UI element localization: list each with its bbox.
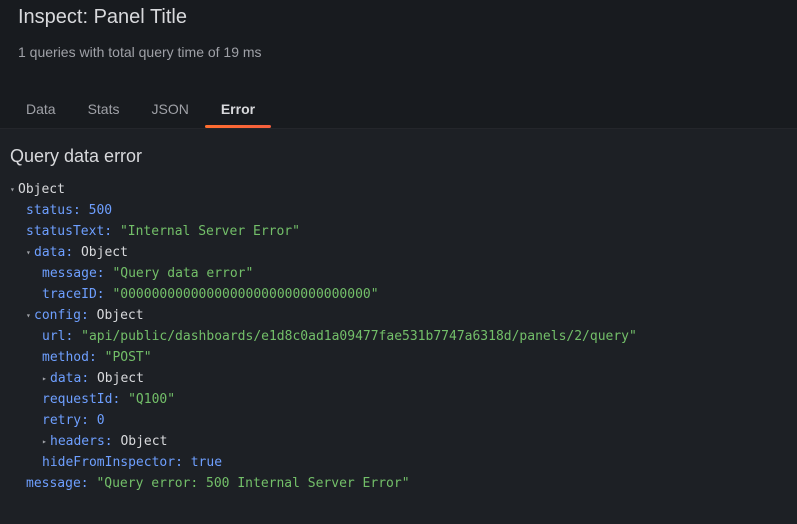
tree-key: requestId	[42, 392, 113, 407]
tree-value: "api/public/dashboards/e1d8c0ad1a09477fa…	[81, 329, 637, 344]
caret-down-icon[interactable]: ▾	[26, 305, 34, 326]
tree-value: true	[190, 455, 223, 470]
tree-key: statusText	[26, 224, 105, 239]
caret-down-icon[interactable]: ▾	[10, 179, 18, 200]
tree-row-message: message: "Query data error"	[42, 266, 254, 281]
tree-row-retry: retry: 0	[42, 413, 105, 428]
tree-value: 0	[96, 413, 105, 428]
tree-key: traceID	[42, 287, 97, 302]
tree-node-config-data[interactable]: ▸ data: Object	[10, 368, 637, 389]
caret-right-icon[interactable]: ▸	[42, 431, 50, 452]
tree-root[interactable]: ▾ Object	[10, 179, 637, 200]
tree-key: status	[26, 203, 73, 218]
tree-key: headers	[50, 434, 105, 449]
tree-value: "00000000000000000000000000000000"	[112, 287, 379, 302]
tab-stats[interactable]: Stats	[72, 96, 136, 128]
tree-row-hidefrominspector: hideFromInspector: true	[42, 455, 223, 470]
tree-node-config[interactable]: ▾ config: Object	[10, 305, 637, 326]
tree-key: method	[42, 350, 89, 365]
tree-key: config	[34, 308, 81, 323]
tree-value: "POST"	[104, 350, 152, 365]
tree-value: "Query data error"	[112, 266, 254, 281]
tree-value: "Query error: 500 Internal Server Error"	[96, 476, 410, 491]
tree-key: message	[42, 266, 97, 281]
tree-key: data	[50, 371, 82, 386]
tree-row-method: method: "POST"	[42, 350, 152, 365]
caret-down-icon[interactable]: ▾	[26, 242, 34, 263]
tree-row-statustext: statusText: "Internal Server Error"	[26, 224, 300, 239]
tree-key: hideFromInspector	[42, 455, 176, 470]
tree-row-message: message: "Query error: 500 Internal Serv…	[26, 476, 410, 491]
tree-row-url: url: "api/public/dashboards/e1d8c0ad1a09…	[42, 329, 637, 344]
error-object-tree: ▾ Object status: 500 statusText: "Interna…	[10, 179, 637, 494]
tree-key: url	[42, 329, 66, 344]
tree-value: "Internal Server Error"	[119, 224, 300, 239]
tree-value: Object	[96, 371, 144, 386]
tree-key: message	[26, 476, 81, 491]
tree-node-data[interactable]: ▾ data: Object	[10, 242, 637, 263]
tree-row-status: status: 500	[26, 203, 113, 218]
tab-data[interactable]: Data	[10, 96, 72, 128]
tree-value: Object	[80, 245, 128, 260]
root-type: Object	[18, 182, 65, 197]
tree-value: "Q100"	[128, 392, 176, 407]
tree-key: data	[34, 245, 66, 260]
tab-json[interactable]: JSON	[135, 96, 204, 128]
tree-row-requestid: requestId: "Q100"	[42, 392, 176, 407]
inspect-tabs: Data Stats JSON Error	[10, 96, 272, 128]
query-summary: 1 queries with total query time of 19 ms	[18, 44, 262, 60]
tree-row-traceid: traceID: "000000000000000000000000000000…	[42, 287, 379, 302]
inspect-drawer-header: Inspect: Panel Title 1 queries with tota…	[0, 0, 797, 128]
tree-value: Object	[120, 434, 168, 449]
error-tab-content: Query data error ▾ Object status: 500 sta…	[0, 128, 797, 524]
tree-value: 500	[88, 203, 113, 218]
tree-value: Object	[96, 308, 144, 323]
section-title: Query data error	[10, 146, 143, 166]
tree-key: retry	[42, 413, 82, 428]
caret-right-icon[interactable]: ▸	[42, 368, 50, 389]
tree-node-headers[interactable]: ▸ headers: Object	[10, 431, 637, 452]
page-title: Inspect: Panel Title	[18, 6, 187, 28]
tab-error[interactable]: Error	[204, 96, 272, 128]
